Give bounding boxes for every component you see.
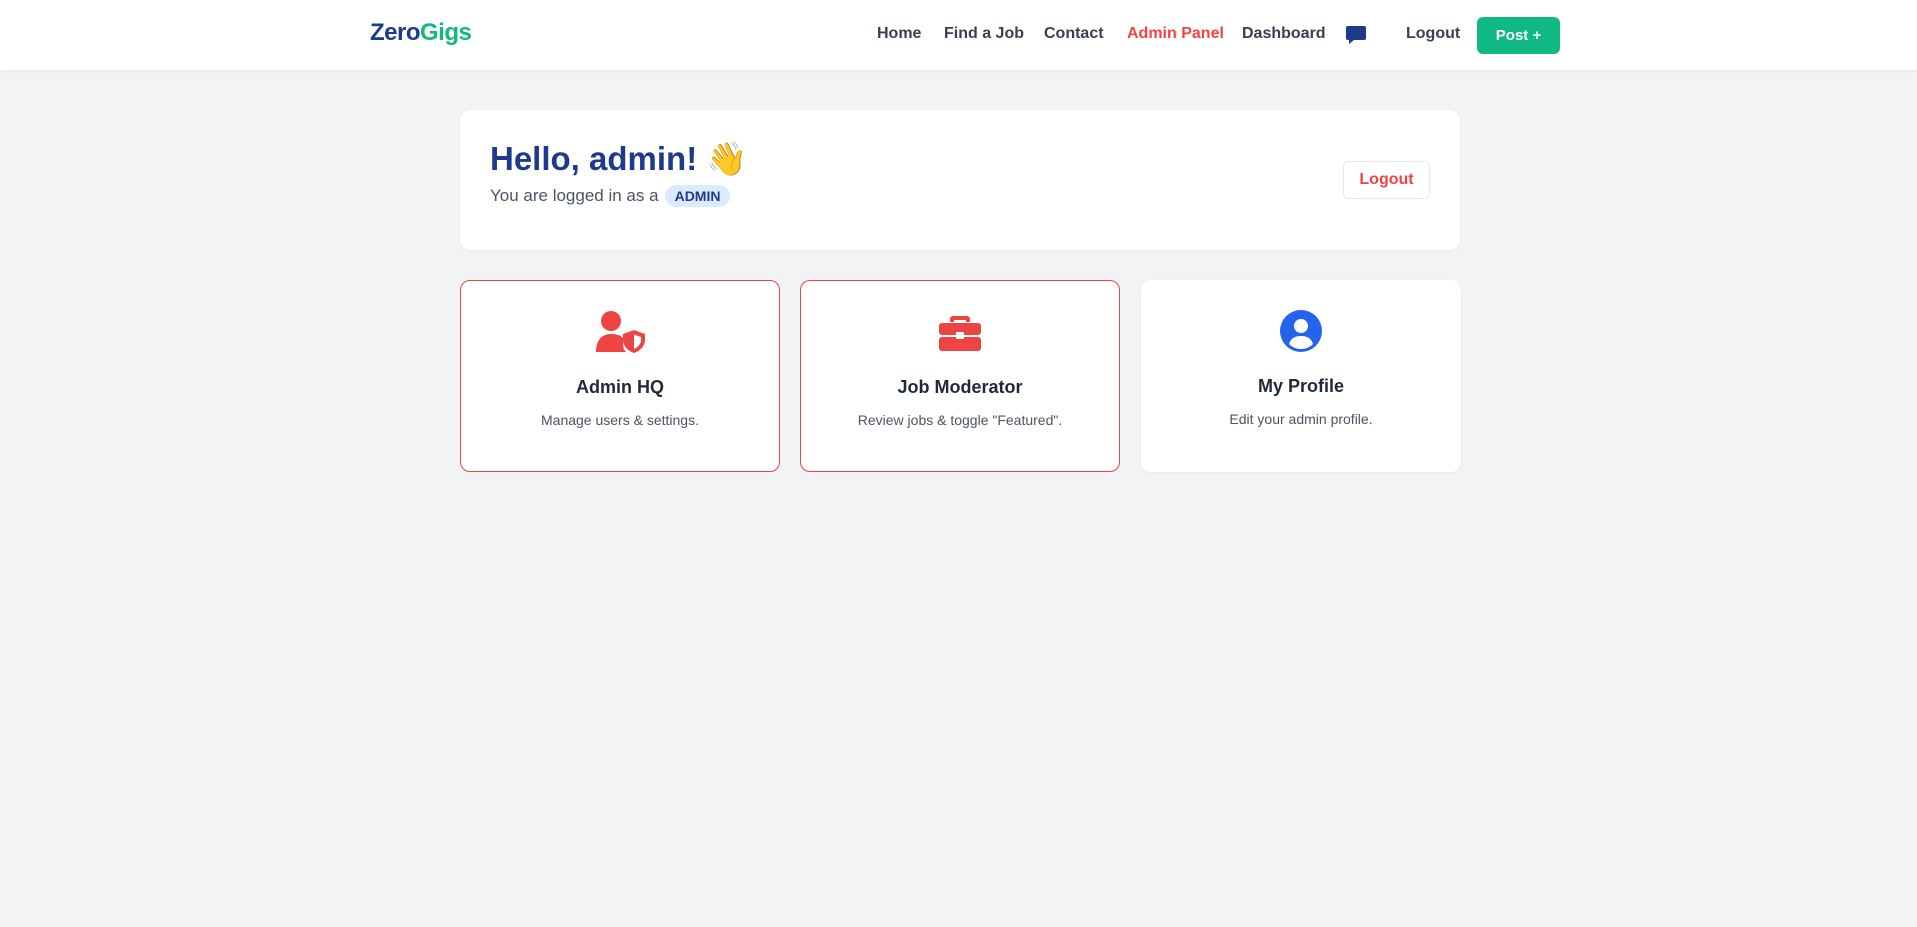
greeting-heading: Hello, admin! 👋 xyxy=(490,140,748,177)
brand-logo-part-1: Zero xyxy=(370,19,421,46)
nav-contact[interactable]: Contact xyxy=(1044,25,1104,43)
card-admin-hq[interactable]: Admin HQ Manage users & settings. xyxy=(460,280,780,472)
card-title: Job Moderator xyxy=(897,377,1023,397)
user-shield-icon xyxy=(594,310,646,354)
brand-logo[interactable]: ZeroGigs xyxy=(370,19,472,47)
briefcase-icon xyxy=(934,310,986,354)
card-job-moderator[interactable]: Job Moderator Review jobs & toggle "Feat… xyxy=(800,280,1120,472)
card-my-profile[interactable]: My Profile Edit your admin profile. xyxy=(1141,280,1461,472)
card-title: My Profile xyxy=(1257,376,1345,396)
brand-logo-part-2: Gigs xyxy=(420,19,472,46)
top-navbar: ZeroGigs Home Find a Job Contact Admin P… xyxy=(0,0,1917,70)
nav-dashboard[interactable]: Dashboard xyxy=(1242,25,1326,43)
card-title: Admin HQ xyxy=(576,377,664,397)
role-badge: ADMIN xyxy=(664,185,731,207)
nav-logout[interactable]: Logout xyxy=(1406,25,1460,43)
nav-find-a-job[interactable]: Find a Job xyxy=(944,25,1024,43)
user-circle-icon xyxy=(1275,309,1327,353)
card-description: Review jobs & toggle "Featured". xyxy=(857,412,1063,428)
card-description: Edit your admin profile. xyxy=(1229,411,1373,427)
welcome-card: Hello, admin! 👋 You are logged in as a A… xyxy=(460,110,1460,250)
login-status: You are logged in as a ADMIN xyxy=(490,185,731,207)
post-job-button[interactable]: Post + xyxy=(1477,17,1560,54)
nav-home[interactable]: Home xyxy=(877,25,921,43)
logout-button[interactable]: Logout xyxy=(1343,161,1430,199)
chat-bubble-icon[interactable] xyxy=(1345,24,1367,46)
login-status-text: You are logged in as a xyxy=(490,186,659,205)
nav-admin-panel[interactable]: Admin Panel xyxy=(1127,25,1224,43)
card-description: Manage users & settings. xyxy=(541,412,699,428)
